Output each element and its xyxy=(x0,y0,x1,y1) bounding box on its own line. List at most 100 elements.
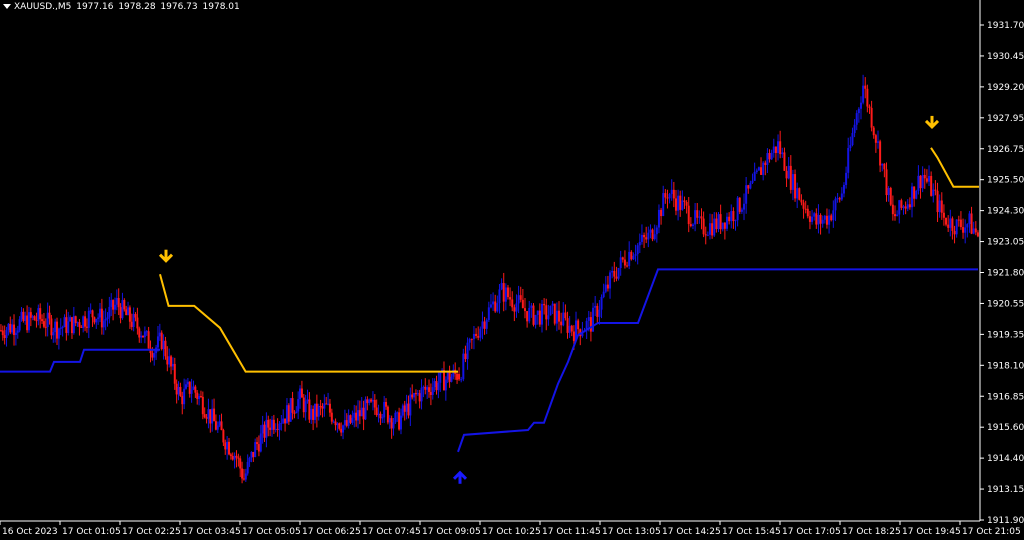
candle-body xyxy=(237,457,240,459)
indicator-lines-layer xyxy=(0,147,979,453)
x-tick-label: 16 Oct 2023 xyxy=(2,527,58,537)
candle-body xyxy=(962,227,965,233)
candle-body xyxy=(145,331,148,333)
candle-body xyxy=(97,317,100,319)
candle-body xyxy=(523,308,526,312)
candle-body xyxy=(54,321,57,333)
candle-body xyxy=(373,399,376,408)
candle-body xyxy=(928,175,931,182)
y-tick-label: 1911.90 xyxy=(987,516,1024,526)
candle-body xyxy=(416,393,419,395)
candle-body xyxy=(170,356,173,367)
candle-body xyxy=(256,442,259,445)
candle-body xyxy=(972,228,975,234)
y-tick-label: 1916.85 xyxy=(987,392,1024,402)
candle-body xyxy=(411,394,414,398)
candle-body xyxy=(388,418,391,423)
candle-body xyxy=(342,425,345,433)
candle-body xyxy=(847,147,850,173)
candle-body xyxy=(655,227,658,235)
candle-body xyxy=(708,223,711,235)
candle-body xyxy=(596,305,599,317)
candle-body xyxy=(526,311,529,322)
candle-body xyxy=(932,189,935,196)
candle-body xyxy=(764,162,767,166)
candle-body xyxy=(7,323,10,331)
candle-body xyxy=(628,251,631,266)
candle-body xyxy=(56,321,59,339)
candle-body xyxy=(274,428,277,430)
candle-body xyxy=(332,421,335,423)
candle-body xyxy=(600,297,603,310)
candle-body xyxy=(381,417,384,419)
candle-body xyxy=(777,141,780,154)
candle-body xyxy=(446,372,449,380)
signals-layer xyxy=(158,115,940,484)
candle-body xyxy=(564,312,567,319)
candle-body xyxy=(887,188,890,196)
candle-body xyxy=(343,420,346,426)
y-tick-label: 1913.15 xyxy=(987,485,1024,495)
candle-body xyxy=(662,193,665,217)
candle-body xyxy=(815,213,818,225)
candle-body xyxy=(181,395,184,405)
candle-body xyxy=(358,410,361,417)
candle-body xyxy=(896,214,899,217)
candle-body xyxy=(194,386,197,393)
candle-body xyxy=(632,255,635,260)
candle-body xyxy=(845,172,848,185)
candle-body xyxy=(906,204,909,209)
candle-body xyxy=(70,317,73,334)
candle-body xyxy=(228,441,230,455)
candle-body xyxy=(615,276,618,279)
candle-body xyxy=(842,184,845,194)
candle-body xyxy=(917,175,920,191)
candle-body xyxy=(106,317,109,319)
candle-body xyxy=(789,165,792,190)
candle-body xyxy=(214,421,217,430)
price-chart[interactable]: 1931.70 1930.45 1929.20 1927.95 1926.75 1925.… xyxy=(0,0,1024,540)
candle-body xyxy=(881,163,884,166)
candle-body xyxy=(5,330,8,339)
candle-body xyxy=(424,386,427,390)
candle-body xyxy=(319,406,322,408)
candle-body xyxy=(74,316,77,324)
candle-body xyxy=(968,213,971,225)
candle-body xyxy=(487,307,490,320)
y-tick-label: 1921.80 xyxy=(987,269,1024,279)
candle-body xyxy=(304,401,307,413)
candle-body xyxy=(280,422,283,424)
candle-body xyxy=(925,178,928,182)
candle-body xyxy=(235,455,238,458)
candle-body xyxy=(589,317,592,332)
x-tick-label: 17 Oct 09:05 xyxy=(422,527,481,537)
candle-body xyxy=(577,320,580,330)
candle-body xyxy=(857,108,860,114)
candle-body xyxy=(572,331,575,341)
x-tick-label: 17 Oct 21:05 xyxy=(962,527,1021,537)
candle-body xyxy=(24,315,27,321)
candle-body xyxy=(95,318,98,323)
candle-body xyxy=(606,284,609,289)
candle-body xyxy=(745,185,748,204)
candle-body xyxy=(313,403,316,420)
candle-body xyxy=(297,399,300,412)
candle-body xyxy=(679,195,682,210)
candle-body xyxy=(660,209,663,217)
candle-body xyxy=(821,219,824,224)
candle-body xyxy=(112,300,115,310)
candle-body xyxy=(942,212,945,218)
candle-body xyxy=(250,451,253,458)
x-tick-label: 17 Oct 03:45 xyxy=(182,527,241,537)
candle-body xyxy=(371,399,374,402)
candle-body xyxy=(534,314,537,325)
x-tick-label: 17 Oct 06:25 xyxy=(302,527,361,537)
candle-body xyxy=(291,398,294,413)
candle-body xyxy=(460,379,463,381)
sell-arrow-icon xyxy=(924,115,940,130)
candle-body xyxy=(407,403,410,416)
candle-body xyxy=(874,135,877,143)
candle-body xyxy=(321,406,324,409)
candle-body xyxy=(33,316,36,321)
candle-body xyxy=(772,146,775,153)
